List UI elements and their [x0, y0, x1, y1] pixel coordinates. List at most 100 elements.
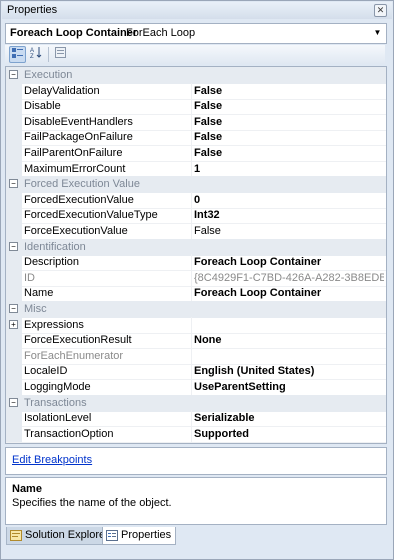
property-value[interactable]: 1 — [194, 163, 384, 175]
column-divider[interactable] — [191, 254, 192, 271]
category-label: Execution — [24, 69, 73, 81]
property-row[interactable]: TransactionOption Supported — [6, 425, 386, 443]
property-row[interactable]: LocaleID English (United States) — [6, 363, 386, 381]
property-name: Description — [24, 256, 80, 269]
row-gutter — [6, 98, 22, 115]
property-name: LocaleID — [24, 365, 68, 378]
category-label: Forced Execution Value — [24, 178, 140, 191]
category-row[interactable]: − Identification — [6, 238, 386, 256]
categorized-icon[interactable] — [9, 46, 26, 63]
column-divider[interactable] — [191, 285, 192, 302]
property-grid[interactable]: − Execution DelayValidation False Disable Fal… — [5, 66, 387, 444]
column-divider[interactable] — [191, 98, 192, 115]
category-label: Transactions — [24, 396, 87, 409]
property-row[interactable]: FailParentOnFailure False — [6, 145, 386, 162]
object-name: Foreach Loop Container — [10, 27, 138, 39]
toolbar-separator — [48, 47, 49, 62]
property-row[interactable]: Name Foreach Loop Container — [6, 285, 386, 303]
column-divider[interactable] — [191, 379, 192, 395]
close-icon[interactable]: ✕ — [374, 4, 387, 17]
property-value[interactable]: False — [194, 116, 384, 128]
collapse-icon[interactable]: − — [9, 397, 18, 407]
property-row[interactable]: DelayValidation False — [6, 82, 386, 100]
property-pages-icon[interactable] — [53, 46, 68, 61]
property-name: ForceExecutionValue — [24, 225, 128, 237]
category-row[interactable]: − Execution — [6, 67, 386, 84]
property-value[interactable]: False — [194, 100, 384, 112]
row-gutter — [6, 363, 22, 380]
description-text: Specifies the name of the object. — [12, 497, 172, 509]
property-value[interactable]: False — [194, 85, 384, 97]
row-gutter — [6, 254, 22, 271]
property-name: DelayValidation — [24, 84, 100, 97]
property-name: ID — [24, 271, 35, 284]
property-value[interactable]: Supported — [194, 428, 384, 440]
column-divider[interactable] — [191, 82, 192, 99]
tab-solution-explorer[interactable]: Solution Explorer — [6, 527, 114, 545]
column-divider[interactable] — [191, 145, 192, 161]
object-selector-dropdown[interactable]: Foreach Loop Container ForEach Loop ▼ — [5, 23, 387, 44]
property-row[interactable]: ID {8C4929F1-C7BD-426A-A282-3B8EDB871397} — [6, 269, 386, 287]
edit-breakpoints-link[interactable]: Edit Breakpoints — [12, 454, 92, 466]
property-value[interactable]: False — [194, 147, 384, 159]
property-row[interactable]: MaximumErrorCount 1 — [6, 160, 386, 178]
properties-icon — [106, 530, 118, 541]
column-divider[interactable] — [191, 347, 192, 364]
column-divider[interactable] — [191, 207, 192, 224]
collapse-icon[interactable]: − — [9, 70, 18, 79]
title-bar[interactable]: Properties ✕ — [2, 2, 392, 19]
column-divider[interactable] — [191, 129, 192, 146]
property-row[interactable]: Disable False — [6, 98, 386, 116]
collapse-icon[interactable]: − — [9, 241, 18, 251]
object-type: ForEach Loop — [126, 27, 196, 39]
column-divider[interactable] — [191, 316, 192, 333]
property-value[interactable]: UseParentSetting — [194, 381, 384, 393]
property-value[interactable]: English (United States) — [194, 365, 384, 377]
category-row[interactable]: − Forced Execution Value — [6, 176, 386, 194]
category-row[interactable]: − Transactions — [6, 394, 386, 412]
property-row[interactable]: ForcedExecutionValueType Int32 — [6, 207, 386, 225]
property-row[interactable]: IsolationLevel Serializable — [6, 410, 386, 428]
collapse-icon[interactable]: − — [9, 179, 18, 189]
property-value[interactable]: Serializable — [194, 412, 384, 424]
column-divider[interactable] — [191, 332, 192, 349]
row-gutter — [6, 269, 22, 286]
property-row[interactable]: ForceExecutionResult None — [6, 332, 386, 350]
property-value[interactable]: Int32 — [194, 209, 384, 221]
property-value[interactable]: 0 — [194, 194, 384, 206]
collapse-icon[interactable]: − — [9, 304, 18, 313]
column-divider[interactable] — [191, 425, 192, 442]
column-divider[interactable] — [191, 363, 192, 380]
column-divider[interactable] — [191, 410, 192, 427]
property-name: TransactionOption — [24, 427, 114, 440]
tab-properties[interactable]: Properties — [102, 527, 177, 545]
column-divider[interactable] — [191, 113, 192, 130]
property-value[interactable]: Foreach Loop Container — [194, 256, 384, 268]
expand-icon[interactable]: + — [9, 319, 18, 329]
property-name: FailParentOnFailure — [24, 147, 123, 159]
property-row[interactable]: ForEachEnumerator — [6, 347, 386, 365]
column-divider[interactable] — [191, 269, 192, 286]
property-row[interactable]: ForceExecutionValue False — [6, 223, 386, 240]
row-gutter — [6, 207, 22, 224]
property-row[interactable]: FailPackageOnFailure False — [6, 129, 386, 147]
column-divider[interactable] — [191, 191, 192, 208]
property-value[interactable]: Foreach Loop Container — [194, 287, 384, 299]
property-value[interactable]: False — [194, 225, 384, 237]
property-row[interactable]: LoggingMode UseParentSetting — [6, 379, 386, 396]
alphabetical-icon[interactable]: AZ — [29, 46, 44, 61]
column-divider[interactable] — [191, 160, 192, 177]
column-divider[interactable] — [191, 223, 192, 239]
property-row[interactable]: ForcedExecutionValue 0 — [6, 191, 386, 209]
property-row[interactable]: DisableEventHandlers False — [6, 113, 386, 131]
property-value[interactable]: None — [194, 334, 384, 346]
row-gutter — [6, 223, 22, 239]
property-row[interactable]: Description Foreach Loop Container — [6, 254, 386, 272]
chevron-down-icon[interactable]: ▼ — [371, 26, 384, 39]
commands-pane: Edit Breakpoints — [5, 447, 387, 475]
property-value[interactable]: False — [194, 131, 384, 143]
property-value[interactable]: {8C4929F1-C7BD-426A-A282-3B8EDB871397} — [194, 272, 384, 284]
category-label: Misc — [24, 303, 47, 315]
category-row[interactable]: − Misc — [6, 301, 386, 318]
property-row[interactable]: + Expressions — [6, 316, 386, 334]
